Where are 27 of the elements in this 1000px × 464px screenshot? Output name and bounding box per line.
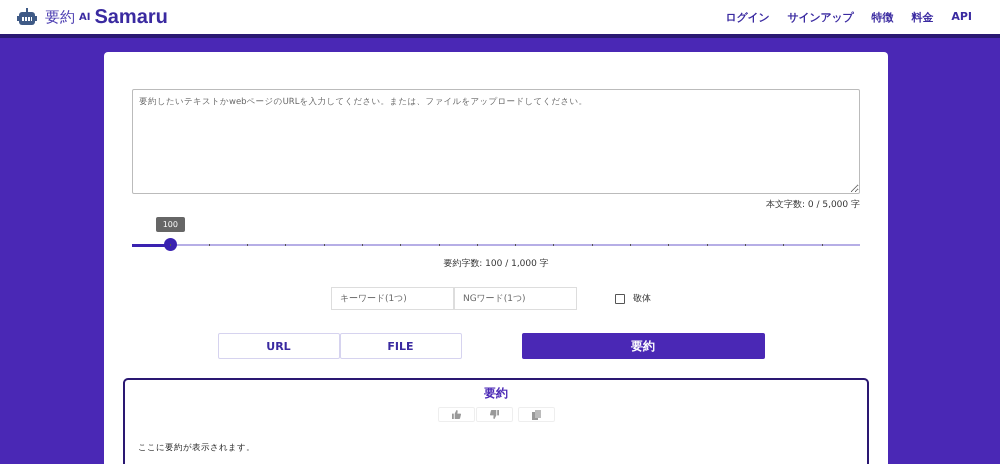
thumbs-up-icon	[452, 410, 460, 419]
source-button[interactable]: FILE	[340, 333, 462, 359]
ng-word-field[interactable]: NGワード(1つ)	[454, 287, 577, 310]
logo-text: AI	[79, 12, 90, 22]
nav-link[interactable]: ログイン	[725, 10, 770, 24]
character-count: 本文字数: 0 / 5,000 字	[765, 198, 860, 211]
nav-link[interactable]: API	[951, 10, 972, 24]
summarize-button[interactable]: 要約	[522, 333, 764, 359]
source-button[interactable]: URL	[218, 333, 340, 359]
thumbs-down-icon	[490, 410, 498, 419]
summary-length-label: 要約字数: 100 / 1,000 字	[442, 258, 550, 270]
keyword-field[interactable]: キーワード(1つ)	[331, 287, 454, 310]
thumbs-down-button[interactable]	[476, 407, 512, 422]
copy-icon	[532, 410, 540, 420]
logo-text: 要約	[45, 8, 75, 26]
summary-text: ここに要約が表示されます。	[138, 442, 256, 454]
nav-link[interactable]: 料金	[911, 10, 934, 24]
logo-brand: Samaru	[94, 6, 168, 28]
text-input-field[interactable]: 要約したいテキストかwebページのURLを入力してください。または、ファイルをアップロードしてください。	[132, 89, 860, 194]
robot-icon	[17, 8, 37, 26]
slider-tooltip: 100	[156, 217, 185, 232]
nav-link[interactable]: 特徴	[871, 10, 894, 24]
thumbs-up-button[interactable]	[438, 407, 474, 422]
result-title: 要約	[483, 385, 509, 402]
nav-link[interactable]: サインアップ	[787, 10, 854, 24]
copy-button[interactable]	[518, 407, 554, 422]
polite-checkbox[interactable]: 敬体	[615, 292, 735, 305]
